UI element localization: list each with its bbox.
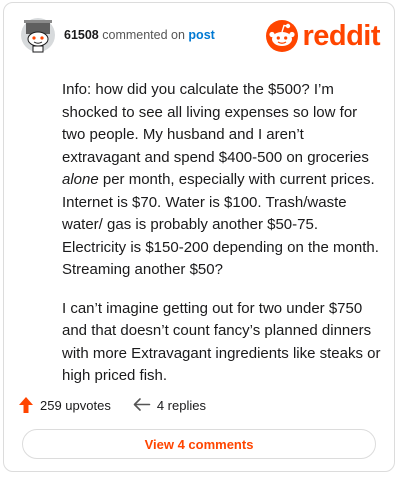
snoo-avatar-icon bbox=[21, 18, 55, 53]
paragraph-text: per month, especially with current price… bbox=[62, 171, 379, 278]
emphasis-text: alone bbox=[62, 171, 99, 188]
paragraph-text: Info: how did you calculate the $500? I’… bbox=[62, 81, 369, 166]
comment-paragraph: Info: how did you calculate the $500? I’… bbox=[62, 79, 382, 282]
username[interactable]: 61508 bbox=[64, 28, 99, 42]
comment-footer: 259 upvotes 4 replies bbox=[18, 393, 380, 417]
post-link[interactable]: post bbox=[188, 28, 214, 42]
upvote-stat[interactable]: 259 upvotes bbox=[18, 396, 111, 414]
comment-header: 61508 commented on post reddit bbox=[18, 15, 380, 57]
reply-count: 4 replies bbox=[156, 397, 206, 413]
view-comments-button[interactable]: View 4 comments bbox=[22, 429, 376, 459]
reddit-snoo-icon bbox=[266, 20, 299, 52]
reply-stat[interactable]: 4 replies bbox=[133, 397, 206, 413]
upvote-count: 259 upvotes bbox=[40, 397, 111, 413]
brand-wordmark: reddit bbox=[302, 19, 380, 52]
comment-body: Info: how did you calculate the $500? I’… bbox=[62, 79, 382, 404]
reply-arrow-icon bbox=[133, 398, 151, 411]
upvote-arrow-icon bbox=[19, 397, 33, 413]
comment-paragraph: I can’t imagine getting out for two unde… bbox=[62, 299, 381, 385]
avatar[interactable] bbox=[20, 17, 56, 53]
reddit-logo[interactable]: reddit bbox=[265, 19, 380, 53]
comment-meta: 61508 commented on post bbox=[64, 28, 215, 42]
comment-card: 61508 commented on post reddit Info: how… bbox=[3, 2, 395, 472]
action-text: commented on bbox=[102, 28, 185, 42]
